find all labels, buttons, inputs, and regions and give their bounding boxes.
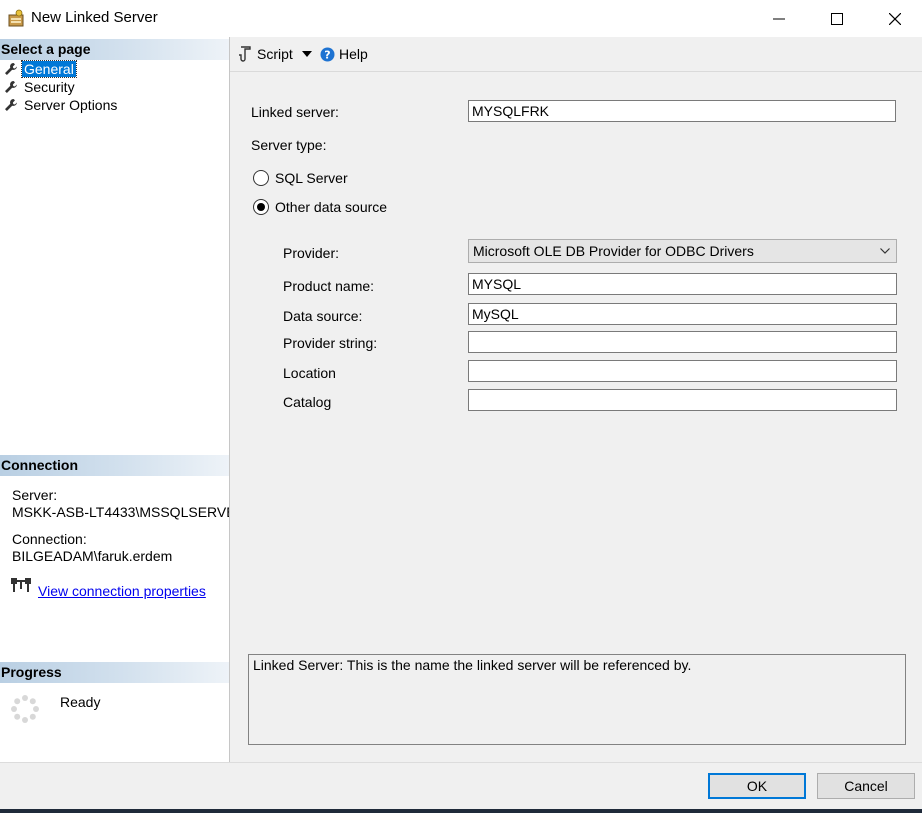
minimize-button[interactable]: [750, 0, 808, 37]
product-name-label: Product name:: [283, 278, 375, 294]
window-title: New Linked Server: [31, 9, 158, 26]
progress-header: Progress: [0, 662, 229, 683]
provider-dropdown[interactable]: Microsoft OLE DB Provider for ODBC Drive…: [468, 239, 897, 263]
page-item-label: General: [21, 60, 77, 78]
minimize-icon: [773, 18, 785, 19]
chevron-down-icon: [301, 51, 312, 57]
page-item-label: Security: [24, 79, 75, 95]
close-button[interactable]: [866, 0, 922, 37]
select-page-header: Select a page: [0, 39, 229, 60]
script-icon: [239, 46, 251, 62]
linked-server-input[interactable]: MYSQLFRK: [468, 100, 896, 122]
radio-sql-server[interactable]: [253, 170, 269, 186]
app-icon: [8, 9, 24, 27]
data-source-label: Data source:: [283, 308, 363, 324]
product-name-input[interactable]: MYSQL: [468, 273, 897, 295]
close-icon: [889, 12, 901, 25]
catalog-label: Catalog: [283, 394, 332, 410]
progress-spinner-icon: [11, 695, 39, 723]
help-button[interactable]: ? Help: [320, 46, 368, 62]
toolbar: Script ? Help: [230, 37, 922, 72]
provider-string-label: Provider string:: [283, 335, 378, 351]
description-text: Linked Server: This is the name the link…: [253, 657, 692, 673]
chevron-down-icon: [880, 248, 890, 254]
wrench-icon: [5, 63, 17, 75]
title-bar: New Linked Server: [0, 0, 922, 37]
maximize-button[interactable]: [808, 0, 866, 37]
page-item-label: Server Options: [24, 97, 118, 113]
connection-properties-icon: [11, 578, 31, 592]
radio-sql-server-label: SQL Server: [275, 170, 348, 186]
help-label: Help: [339, 46, 368, 62]
server-value: MSKK-ASB-LT4433\MSSQLSERVE: [12, 504, 229, 520]
page-item-server-options[interactable]: Server Options: [4, 96, 119, 114]
maximize-icon: [831, 12, 843, 25]
provider-string-input[interactable]: [468, 331, 897, 353]
taskbar-strip: [0, 809, 922, 813]
left-pane: Select a page General Security Server Op…: [0, 37, 230, 762]
linked-server-label: Linked server:: [251, 104, 339, 120]
server-type-label: Server type:: [251, 137, 327, 153]
connection-value: BILGEADAM\faruk.erdem: [12, 548, 173, 564]
provider-selected-value: Microsoft OLE DB Provider for ODBC Drive…: [473, 243, 754, 259]
wrench-icon: [5, 99, 17, 111]
connection-header: Connection: [0, 455, 229, 476]
radio-other-data-source-label: Other data source: [275, 199, 388, 215]
provider-label: Provider:: [283, 245, 340, 261]
location-input[interactable]: [468, 360, 897, 382]
page-item-security[interactable]: Security: [4, 78, 77, 96]
help-icon: ?: [320, 47, 335, 61]
connection-label: Connection:: [12, 531, 87, 547]
data-source-input[interactable]: MySQL: [468, 303, 897, 325]
description-box: Linked Server: This is the name the link…: [248, 654, 906, 745]
progress-status: Ready: [60, 694, 101, 710]
radio-other-data-source[interactable]: [253, 199, 269, 215]
server-label: Server:: [12, 487, 58, 503]
wrench-icon: [5, 81, 17, 93]
location-label: Location: [283, 365, 336, 381]
script-label: Script: [257, 46, 293, 62]
ok-button[interactable]: OK: [708, 773, 806, 799]
script-button[interactable]: Script: [238, 46, 312, 62]
cancel-button[interactable]: Cancel: [817, 773, 915, 799]
catalog-input[interactable]: [468, 389, 897, 411]
page-item-general[interactable]: General: [4, 60, 77, 78]
view-connection-properties-link[interactable]: View connection properties: [38, 583, 206, 599]
svg-text:?: ?: [324, 48, 330, 61]
